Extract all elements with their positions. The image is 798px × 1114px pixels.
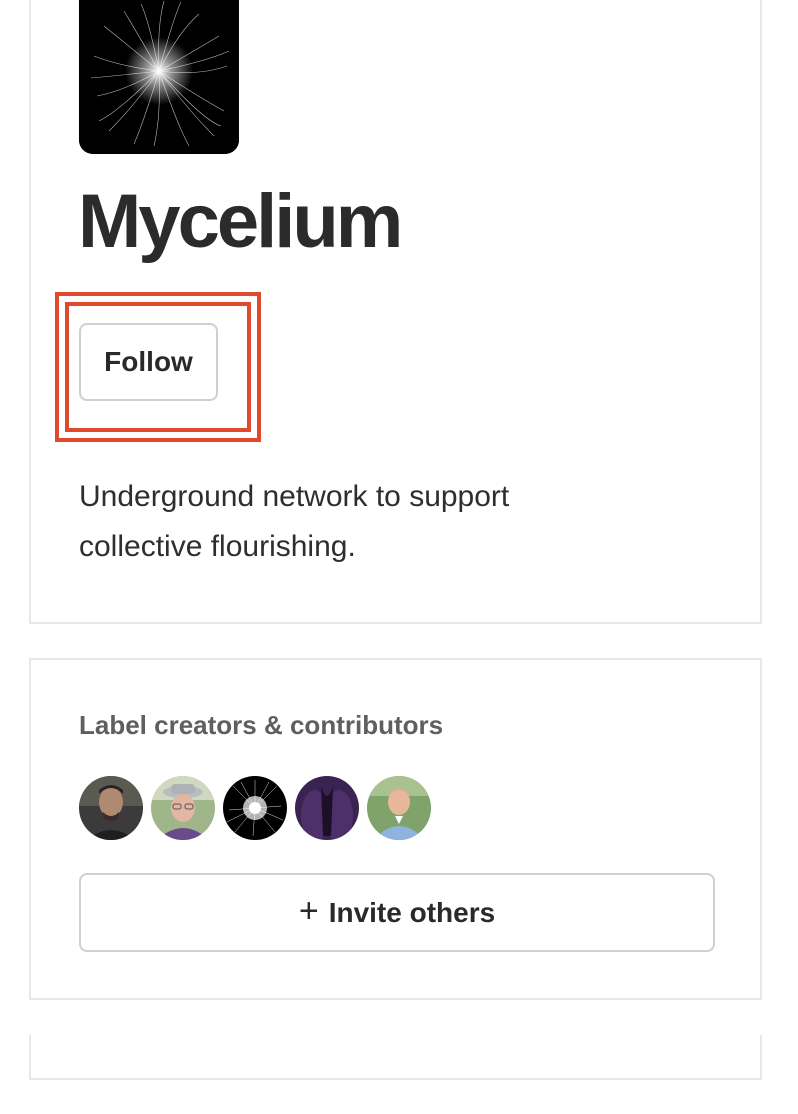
contributor-avatar-list bbox=[79, 776, 431, 840]
invite-others-button[interactable]: + Invite others bbox=[79, 873, 715, 952]
contributors-heading: Label creators & contributors bbox=[79, 710, 444, 740]
page-title: Mycelium bbox=[78, 179, 403, 264]
mycelium-graphic bbox=[79, 0, 239, 154]
profile-card: Mycelium Follow Underground network to s… bbox=[29, 0, 762, 624]
page: Mycelium Follow Underground network to s… bbox=[0, 0, 798, 1114]
avatar-contributor-5[interactable] bbox=[367, 776, 431, 840]
plus-icon: + bbox=[298, 892, 319, 930]
label-description: Underground network to support collectiv… bbox=[79, 480, 510, 563]
avatar-contributor-2[interactable] bbox=[151, 776, 215, 840]
avatar-contributor-1[interactable] bbox=[79, 776, 143, 840]
contributors-card: Label creators & contributors + Invite o… bbox=[29, 658, 762, 1000]
next-card bbox=[29, 1035, 762, 1080]
avatar-contributor-4[interactable] bbox=[295, 776, 359, 840]
follow-button[interactable]: Follow bbox=[79, 323, 218, 401]
invite-others-label: Invite others bbox=[328, 896, 496, 928]
label-avatar-image bbox=[79, 0, 239, 154]
avatar-contributor-3[interactable] bbox=[223, 776, 287, 840]
